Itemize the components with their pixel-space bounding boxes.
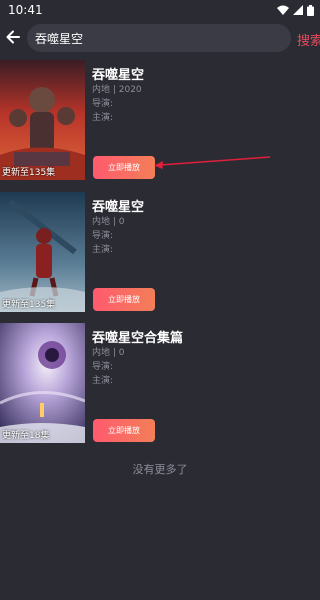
poster-caption: 更新至135集 (2, 300, 56, 310)
wifi-icon (277, 5, 289, 15)
result-actors: 主演: (92, 376, 114, 386)
result-director: 导演: (92, 362, 114, 372)
back-button[interactable] (2, 28, 24, 50)
search-button[interactable]: 搜索 (297, 30, 320, 49)
poster-image[interactable]: 更新至135集 (0, 60, 85, 180)
play-now-button[interactable]: 立即播放 (93, 419, 155, 442)
play-now-button[interactable]: 立即播放 (93, 156, 155, 179)
result-card[interactable]: 更新至135集 吞噬星空 内地 | 0 导演: 主演: 立即播放 (0, 192, 320, 312)
annotation-arrow-icon (154, 156, 271, 169)
result-director: 导演: (92, 231, 114, 241)
result-title[interactable]: 吞噬星空合集篇 (92, 327, 183, 346)
result-region-year: 内地 | 0 (92, 348, 125, 358)
search-input[interactable] (35, 31, 275, 45)
status-bar: 10:41 (0, 0, 320, 20)
poster-image[interactable]: 更新至18集 (0, 323, 85, 443)
result-region-year: 内地 | 2020 (92, 85, 142, 95)
result-title[interactable]: 吞噬星空 (92, 196, 144, 215)
poster-caption: 更新至18集 (2, 431, 50, 441)
result-title[interactable]: 吞噬星空 (92, 64, 144, 83)
result-card[interactable]: 更新至18集 吞噬星空合集篇 内地 | 0 导演: 主演: 立即播放 (0, 323, 320, 443)
result-director: 导演: (92, 99, 114, 109)
result-actors: 主演: (92, 113, 114, 123)
poster-caption: 更新至135集 (2, 168, 56, 178)
result-actors: 主演: (92, 245, 114, 255)
battery-icon (307, 4, 314, 16)
result-region-year: 内地 | 0 (92, 217, 125, 227)
back-arrow-icon (5, 29, 21, 49)
play-now-button[interactable]: 立即播放 (93, 288, 155, 311)
poster-image[interactable]: 更新至135集 (0, 192, 85, 312)
search-box[interactable] (27, 24, 291, 52)
no-more-text: 没有更多了 (132, 463, 188, 476)
search-header: 搜索 (0, 24, 320, 54)
signal-icon (293, 5, 303, 15)
status-icons (277, 4, 314, 16)
status-time: 10:41 (8, 3, 43, 17)
